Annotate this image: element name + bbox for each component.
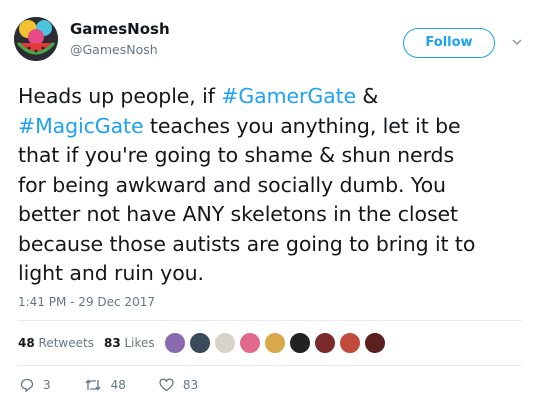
liker-avatar[interactable] — [239, 332, 261, 354]
tweet-text-segment: because those autists are going to bring… — [18, 231, 476, 256]
tweet-line: Heads up people, if #GamerGate & — [18, 82, 528, 112]
liker-avatar[interactable] — [189, 332, 211, 354]
retweet-count: 48 — [110, 378, 126, 392]
hashtag-link[interactable]: #MagicGate — [18, 114, 144, 138]
tweet-text-segment: that if you're going to shame & shun ner… — [18, 143, 455, 167]
tweet-text-segment: & — [356, 84, 379, 108]
liker-avatar[interactable] — [289, 332, 311, 354]
retweets-count: 48 — [18, 336, 35, 350]
divider — [18, 320, 522, 321]
likes-stat[interactable]: 83 Likes — [104, 336, 155, 350]
avatar[interactable] — [14, 17, 58, 61]
tweet-line: because those autists are going to bring… — [18, 230, 528, 260]
tweet-text: Heads up people, if #GamerGate & #MagicGa… — [18, 82, 528, 289]
heart-icon — [159, 378, 174, 392]
tweet-line: #MagicGate teaches you anything, let it … — [18, 112, 528, 142]
retweet-button[interactable]: 48 — [84, 378, 126, 392]
tweet-line: that if you're going to shame & shun ner… — [18, 141, 528, 171]
tweet-line: for being awkward and socially dumb. You — [18, 171, 528, 201]
reply-button[interactable]: 3 — [20, 378, 51, 392]
tweet-text-segment: for being awkward and socially dumb. You — [18, 172, 446, 197]
liker-avatar[interactable] — [339, 332, 361, 354]
watermelon-logo-icon — [14, 17, 58, 61]
tweet-line: better not have ANY skeletons in the clo… — [18, 200, 528, 230]
reply-count: 3 — [43, 378, 51, 392]
retweets-stat[interactable]: 48 Retweets — [18, 336, 94, 350]
like-button[interactable]: 83 — [159, 378, 198, 392]
tweet-line: light and ruin you. — [18, 259, 528, 289]
chevron-down-icon[interactable] — [512, 38, 522, 46]
author-handle[interactable]: @GamesNosh — [70, 42, 158, 57]
liker-avatar[interactable] — [264, 332, 286, 354]
liker-avatar[interactable] — [164, 332, 186, 354]
follow-button[interactable]: Follow — [403, 28, 495, 58]
tweet-text-segment: Heads up people, if — [18, 84, 222, 108]
tweet-text-segment: teaches you anything, let it be — [143, 113, 461, 138]
tweet-text-segment: better not have ANY skeletons in the clo… — [18, 202, 458, 226]
retweets-label: Retweets — [38, 336, 94, 350]
liker-avatar[interactable] — [364, 332, 386, 354]
hashtag-link[interactable]: #GamerGate — [221, 84, 356, 108]
reply-icon — [20, 378, 34, 392]
likes-label: Likes — [124, 336, 155, 350]
likes-count: 83 — [103, 336, 121, 350]
liker-avatar[interactable] — [214, 332, 236, 354]
engagement-stats: 48 Retweets 83 Likes — [18, 336, 155, 350]
tweet-actions: 3 48 83 — [20, 378, 231, 392]
divider — [18, 365, 522, 366]
author-name[interactable]: GamesNosh — [70, 20, 170, 38]
liker-avatars — [164, 332, 386, 354]
retweet-icon — [85, 379, 101, 391]
liker-avatar[interactable] — [314, 332, 336, 354]
tweet-timestamp[interactable]: 1:41 PM - 29 Dec 2017 — [18, 295, 155, 309]
tweet-text-segment: light and ruin you. — [18, 261, 204, 285]
like-count: 83 — [182, 378, 199, 392]
